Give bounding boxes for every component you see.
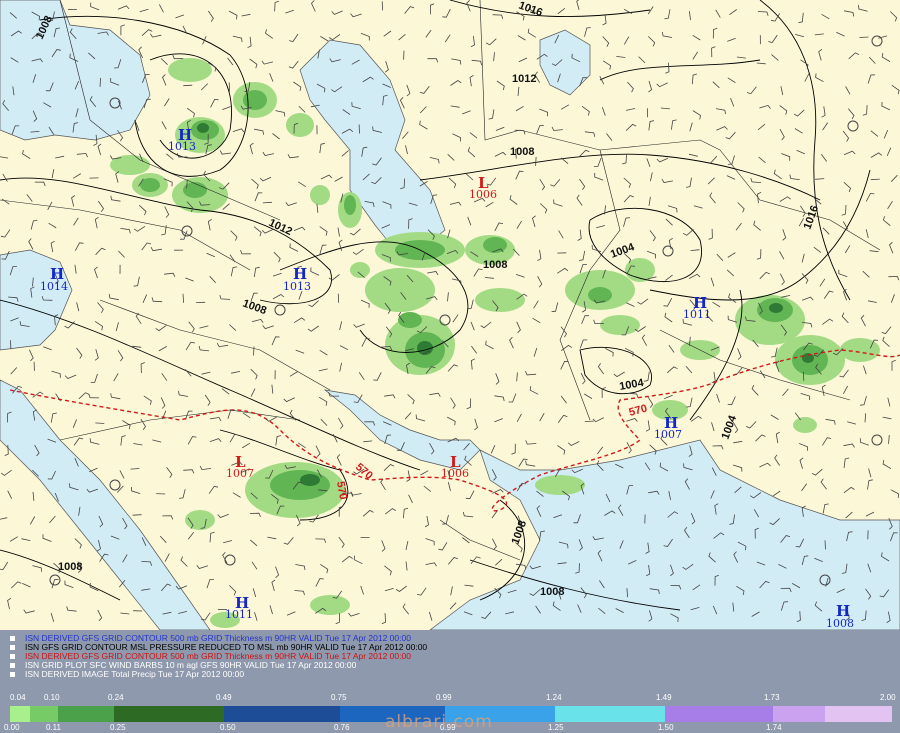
- legend-bullet: [10, 636, 15, 642]
- scale-tick-label: 0.00: [4, 723, 20, 732]
- legend-bullet: [10, 645, 15, 651]
- legend-bullet: [10, 663, 15, 669]
- scale-tick-label: 1.73: [764, 693, 780, 702]
- wind-barb: [859, 36, 869, 38]
- scale-swatch: [825, 706, 892, 722]
- svg-text:1014: 1014: [40, 280, 68, 293]
- scale-swatch: [10, 706, 30, 722]
- scale-swatch: [58, 706, 114, 722]
- watermark: albrari.com: [385, 712, 493, 732]
- scale-swatch: [773, 706, 825, 722]
- wind-barb: [183, 84, 193, 87]
- wind-barb: [824, 540, 826, 550]
- isobar-label: 1012: [512, 73, 536, 85]
- wind-barb: [132, 514, 142, 516]
- scale-swatch: [224, 706, 340, 722]
- svg-text:1008: 1008: [826, 617, 854, 630]
- scale-swatch: [555, 706, 665, 722]
- legend-bullet: [10, 672, 15, 678]
- scale-tick-label: 0.50: [220, 723, 236, 732]
- wind-barb: [253, 346, 255, 356]
- scale-tick-label: 1.25: [548, 723, 564, 732]
- scale-tick-label: 1.49: [656, 693, 672, 702]
- scale-tick-label: 0.11: [46, 723, 61, 732]
- wind-barb: [535, 156, 537, 166]
- svg-text:1011: 1011: [225, 608, 253, 621]
- scale-tick-label: 0.25: [110, 723, 126, 732]
- scale-swatch: [114, 706, 224, 722]
- svg-text:1007: 1007: [654, 428, 682, 441]
- svg-text:1006: 1006: [469, 188, 497, 201]
- scale-tick-label: 0.04: [10, 693, 26, 702]
- weather-map: H1013 H1014 H1013 L1006 H1011 H1007 L100…: [0, 0, 900, 630]
- scale-swatch: [665, 706, 773, 722]
- scale-tick-label: 0.49: [216, 693, 232, 702]
- scale-tick-label: 0.99: [436, 693, 452, 702]
- isobar-label: 1008: [483, 259, 507, 271]
- scale-tick-label: 0.24: [108, 693, 124, 702]
- isobar-label: 1008: [58, 561, 82, 573]
- legend-bullet: [10, 654, 15, 660]
- scale-tick-label: 1.24: [546, 693, 562, 702]
- scale-tick-label: 1.74: [766, 723, 782, 732]
- svg-text:1007: 1007: [226, 467, 254, 480]
- svg-text:1013: 1013: [283, 280, 311, 293]
- svg-text:1006: 1006: [441, 467, 469, 480]
- scale-tick-label: 0.76: [334, 723, 350, 732]
- svg-text:1013: 1013: [168, 140, 196, 153]
- isobar-label: 1008: [540, 586, 564, 598]
- legend-line: ISN DERIVED IMAGE Total Precip Tue 17 Ap…: [10, 670, 244, 679]
- svg-text:1011: 1011: [683, 308, 711, 321]
- scale-tick-label: 0.10: [44, 693, 60, 702]
- scale-tick-label: 1.50: [658, 723, 674, 732]
- scale-tick-label: 2.00: [880, 693, 896, 702]
- wind-barb: [10, 340, 12, 350]
- isobar-label: 1008: [510, 146, 534, 158]
- scale-tick-label: 0.75: [331, 693, 347, 702]
- scale-swatch: [30, 706, 58, 722]
